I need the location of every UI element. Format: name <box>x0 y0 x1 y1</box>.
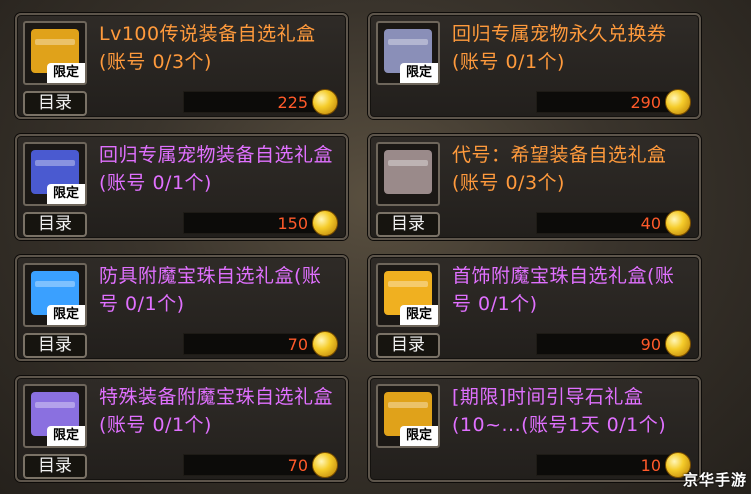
catalog-button[interactable]: 目录 <box>23 91 87 116</box>
item-price: 70 <box>183 452 338 478</box>
item-price: 150 <box>183 210 338 236</box>
shop-item-card[interactable]: 限定 [期限]时间引导石礼盒(10~...(账号1天 0/1个) 10 <box>368 376 701 482</box>
limited-tag: 限定 <box>400 426 438 446</box>
catalog-button[interactable]: 目录 <box>376 212 440 237</box>
price-value: 290 <box>630 93 661 112</box>
item-title: 回归专属宠物永久兑换券(账号 0/1个) <box>452 23 667 73</box>
gold-coin-icon <box>312 452 338 478</box>
catalog-button[interactable]: 目录 <box>23 333 87 358</box>
item-price: 70 <box>183 331 338 357</box>
gold-coin-icon <box>665 89 691 115</box>
item-price: 90 <box>536 331 691 357</box>
item-thumbnail[interactable]: 限定 <box>23 263 87 327</box>
item-thumbnail[interactable] <box>376 142 440 206</box>
item-price: 290 <box>536 89 691 115</box>
gift-box-icon <box>384 150 432 194</box>
price-value: 70 <box>287 335 308 354</box>
shop-item-card[interactable]: 限定 目录 特殊装备附魔宝珠自选礼盒(账号 0/1个) 70 <box>15 376 348 482</box>
item-thumbnail[interactable]: 限定 <box>376 384 440 448</box>
gold-coin-icon <box>312 331 338 357</box>
catalog-button[interactable]: 目录 <box>23 212 87 237</box>
item-title: 特殊装备附魔宝珠自选礼盒(账号 0/1个) <box>99 386 334 436</box>
limited-tag: 限定 <box>47 184 85 204</box>
shop-item-card[interactable]: 限定 目录 防具附魔宝珠自选礼盒(账号 0/1个) 70 <box>15 255 348 361</box>
shop-item-card[interactable]: 限定 回归专属宠物永久兑换券(账号 0/1个) 290 <box>368 13 701 119</box>
item-price: 225 <box>183 89 338 115</box>
catalog-button[interactable]: 目录 <box>376 333 440 358</box>
shop-item-grid: 限定 目录 Lv100传说装备自选礼盒(账号 0/3个) 225 限定 回归专属… <box>0 0 751 494</box>
item-price: 40 <box>536 210 691 236</box>
gold-coin-icon <box>665 210 691 236</box>
shop-item-card[interactable]: 限定 目录 首饰附魔宝珠自选礼盒(账号 0/1个) 90 <box>368 255 701 361</box>
shop-item-card[interactable]: 限定 目录 Lv100传说装备自选礼盒(账号 0/3个) 225 <box>15 13 348 119</box>
price-value: 150 <box>277 214 308 233</box>
price-value: 225 <box>277 93 308 112</box>
item-title: Lv100传说装备自选礼盒(账号 0/3个) <box>99 23 316 73</box>
item-title: [期限]时间引导石礼盒(10~...(账号1天 0/1个) <box>452 386 667 436</box>
item-title: 防具附魔宝珠自选礼盒(账号 0/1个) <box>99 265 322 315</box>
limited-tag: 限定 <box>400 63 438 83</box>
limited-tag: 限定 <box>400 305 438 325</box>
price-value: 40 <box>640 214 661 233</box>
price-value: 70 <box>287 456 308 475</box>
item-thumbnail[interactable]: 限定 <box>376 263 440 327</box>
limited-tag: 限定 <box>47 426 85 446</box>
item-thumbnail[interactable]: 限定 <box>23 142 87 206</box>
shop-item-card[interactable]: 目录 代号：希望装备自选礼盒(账号 0/3个) 40 <box>368 134 701 240</box>
item-title: 首饰附魔宝珠自选礼盒(账号 0/1个) <box>452 265 675 315</box>
price-value: 90 <box>640 335 661 354</box>
gold-coin-icon <box>312 89 338 115</box>
item-thumbnail[interactable]: 限定 <box>23 21 87 85</box>
watermark: 京华手游 <box>682 471 747 489</box>
catalog-button[interactable]: 目录 <box>23 454 87 479</box>
item-price: 10 <box>536 452 691 478</box>
limited-tag: 限定 <box>47 63 85 83</box>
price-value: 10 <box>640 456 661 475</box>
item-thumbnail[interactable]: 限定 <box>376 21 440 85</box>
gold-coin-icon <box>665 331 691 357</box>
item-thumbnail[interactable]: 限定 <box>23 384 87 448</box>
limited-tag: 限定 <box>47 305 85 325</box>
item-title: 回归专属宠物装备自选礼盒(账号 0/1个) <box>99 144 334 194</box>
shop-item-card[interactable]: 限定 目录 回归专属宠物装备自选礼盒(账号 0/1个) 150 <box>15 134 348 240</box>
gold-coin-icon <box>312 210 338 236</box>
item-title: 代号：希望装备自选礼盒(账号 0/3个) <box>452 144 667 194</box>
